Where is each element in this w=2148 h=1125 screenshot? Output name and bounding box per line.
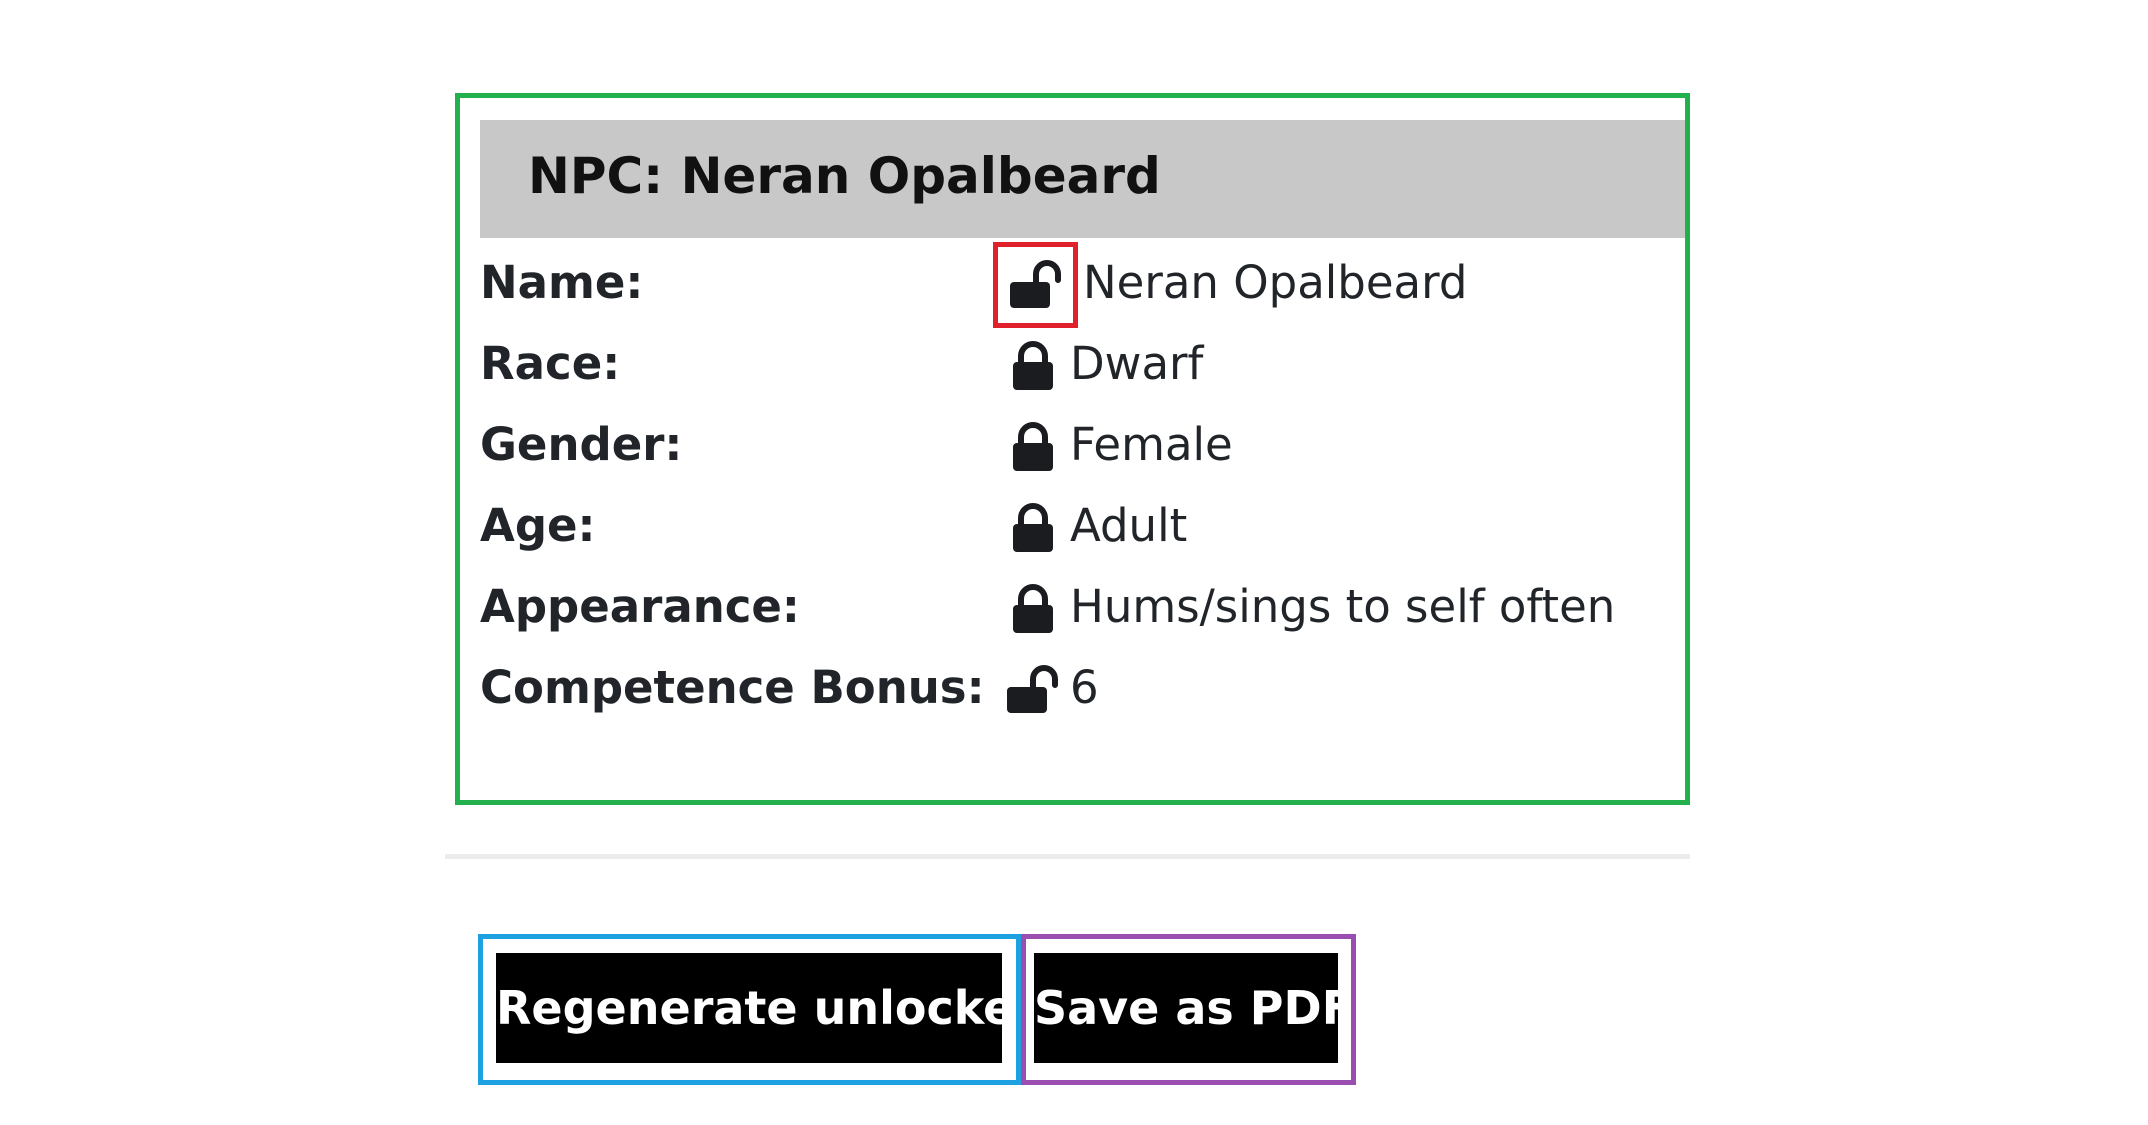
npc-card-header: NPC: Neran Opalbeard xyxy=(480,120,1687,238)
attribute-label: Name: xyxy=(480,256,644,309)
unlock-icon[interactable] xyxy=(1010,258,1062,310)
attribute-label: Age: xyxy=(480,499,596,552)
attribute-label: Appearance: xyxy=(480,580,800,633)
attribute-value: Female xyxy=(1070,418,1233,471)
attribute-label: Gender: xyxy=(480,418,683,471)
regenerate-unlocked-button[interactable]: Regenerate unlocked xyxy=(496,953,1047,1063)
attribute-value: Adult xyxy=(1070,499,1188,552)
attribute-value: Dwarf xyxy=(1070,337,1204,390)
attribute-value: Hums/sings to self often xyxy=(1070,580,1616,633)
attribute-row-race: Race: Dwarf xyxy=(480,329,1680,399)
attribute-row-age: Age: Adult xyxy=(480,491,1680,561)
attribute-label: Race: xyxy=(480,337,621,390)
lock-icon[interactable] xyxy=(1007,501,1059,553)
lock-icon[interactable] xyxy=(1007,420,1059,472)
attribute-value: Neran Opalbeard xyxy=(1083,256,1468,309)
attribute-row-name: Name: Neran Opalbeard xyxy=(480,248,1680,318)
attribute-row-appearance: Appearance: Hums/sings to self often xyxy=(480,572,1680,642)
lock-icon[interactable] xyxy=(1007,582,1059,634)
npc-card-title: NPC: Neran Opalbeard xyxy=(528,147,1161,205)
attribute-label: Competence Bonus: xyxy=(480,661,985,714)
section-divider xyxy=(445,854,1690,859)
save-as-pdf-button[interactable]: Save as PDF xyxy=(1034,953,1353,1063)
attribute-row-competence-bonus: Competence Bonus: 6 xyxy=(480,653,1680,723)
attribute-row-gender: Gender: Female xyxy=(480,410,1680,480)
unlock-icon[interactable] xyxy=(1007,663,1059,715)
attribute-value: 6 xyxy=(1070,661,1099,714)
lock-icon[interactable] xyxy=(1007,339,1059,391)
